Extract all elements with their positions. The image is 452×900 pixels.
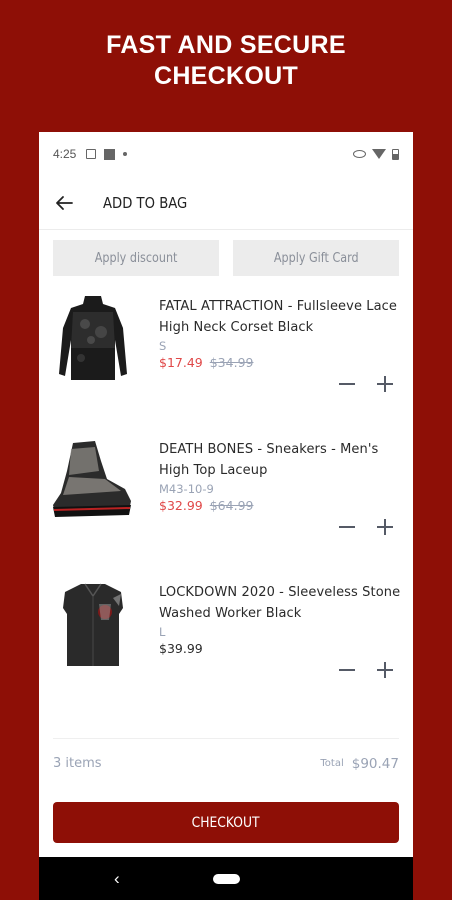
item-name[interactable]: DEATH BONES - Sneakers - Men's High Top … <box>159 439 407 481</box>
product-image-sneaker[interactable] <box>51 431 135 531</box>
item-price: $32.99 $64.99 <box>159 497 407 515</box>
promo-line-2: CHECKOUT <box>153 62 299 90</box>
item-name[interactable]: LOCKDOWN 2020 - Sleeveless Stone Washed … <box>159 582 407 624</box>
sale-price: $17.49 <box>159 355 203 370</box>
checkout-label: CHECKOUT <box>192 814 260 831</box>
minus-icon[interactable] <box>339 519 355 535</box>
item-name[interactable]: FATAL ATTRACTION - Fullsleeve Lace High … <box>159 296 407 338</box>
page-title: ADD TO BAG <box>103 193 188 212</box>
item-variant: L <box>159 625 166 639</box>
image-icon <box>86 149 97 159</box>
total-label: Total <box>320 758 344 769</box>
dot-icon <box>123 152 128 156</box>
plus-icon[interactable] <box>377 376 393 392</box>
status-icons-right <box>353 148 399 160</box>
total-value: $90.47 <box>351 755 399 772</box>
quantity-stepper <box>339 376 393 392</box>
items-count: 3 items <box>53 756 102 771</box>
phone-screen: 4:25 ADD TO BAG Apply discount Apply Gif… <box>39 132 413 900</box>
item-price: $39.99 <box>159 640 407 658</box>
nav-back-icon[interactable]: ‹ <box>114 869 120 889</box>
sale-price: $32.99 <box>159 498 203 513</box>
cart-item: FATAL ATTRACTION - Fullsleeve Lace High … <box>39 276 413 419</box>
plus-icon[interactable] <box>377 662 393 678</box>
cart-item: LOCKDOWN 2020 - Sleeveless Stone Washed … <box>39 562 413 705</box>
original-price: $34.99 <box>209 355 254 370</box>
cart-item: DEATH BONES - Sneakers - Men's High Top … <box>39 419 413 562</box>
product-image-lace-top[interactable] <box>51 288 135 388</box>
promo-headline: FAST AND SECURE CHECKOUT <box>0 30 452 92</box>
minus-icon[interactable] <box>339 376 355 392</box>
product-image-worker-shirt[interactable] <box>51 574 135 674</box>
system-nav-bar: ‹ <box>39 857 413 900</box>
order-summary: 3 items Total $90.47 <box>53 738 399 788</box>
apply-discount-label: Apply discount <box>94 250 178 266</box>
item-variant: S <box>159 339 167 353</box>
item-price: $17.49 $34.99 <box>159 354 407 372</box>
apply-discount-button[interactable]: Apply discount <box>53 240 219 276</box>
status-time: 4:25 <box>53 147 77 161</box>
eye-icon <box>353 150 366 158</box>
item-details: FATAL ATTRACTION - Fullsleeve Lace High … <box>159 296 407 372</box>
item-details: DEATH BONES - Sneakers - Men's High Top … <box>159 439 407 515</box>
item-variant: M43-10-9 <box>159 482 214 496</box>
quantity-stepper <box>339 662 393 678</box>
plus-icon[interactable] <box>377 519 393 535</box>
status-bar: 4:25 <box>39 132 413 176</box>
item-details: LOCKDOWN 2020 - Sleeveless Stone Washed … <box>159 582 407 658</box>
promo-buttons-row: Apply discount Apply Gift Card <box>39 230 413 276</box>
battery-icon <box>392 148 399 160</box>
sim-icon <box>104 148 116 160</box>
arrow-left-icon[interactable] <box>55 194 73 212</box>
apply-gift-card-label: Apply Gift Card <box>273 250 359 266</box>
minus-icon[interactable] <box>339 662 355 678</box>
promo-line-1: FAST AND SECURE <box>106 31 346 59</box>
item-price-value: $39.99 <box>159 641 203 656</box>
apply-gift-card-button[interactable]: Apply Gift Card <box>233 240 399 276</box>
wifi-icon <box>372 149 386 159</box>
checkout-button[interactable]: CHECKOUT <box>53 802 399 843</box>
app-bar: ADD TO BAG <box>39 176 413 230</box>
quantity-stepper <box>339 519 393 535</box>
nav-home-icon[interactable] <box>213 874 240 884</box>
original-price: $64.99 <box>209 498 254 513</box>
